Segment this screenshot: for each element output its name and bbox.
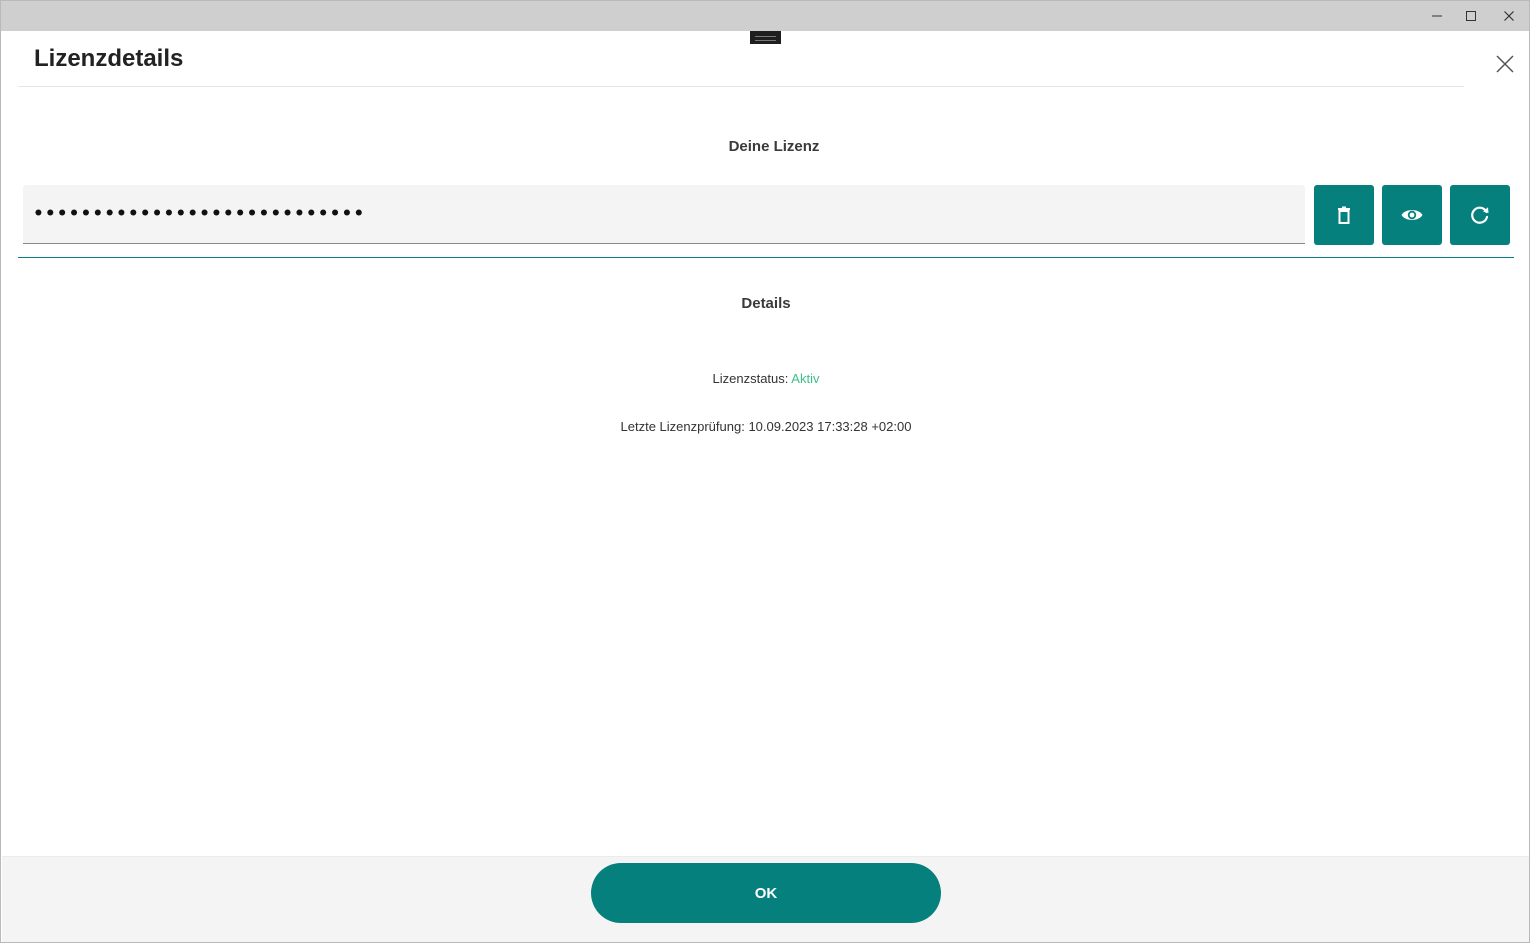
- details-section-title: Details: [741, 295, 791, 312]
- eye-icon: [1401, 210, 1423, 220]
- delete-license-button[interactable]: [1314, 185, 1374, 245]
- license-status-label: Lizenzstatus:: [712, 371, 789, 386]
- ok-button[interactable]: OK: [591, 863, 941, 923]
- trash-icon: [1338, 206, 1350, 224]
- window-close-button[interactable]: [1489, 1, 1529, 31]
- maximize-button[interactable]: [1451, 1, 1491, 31]
- dialog-close-button[interactable]: [1491, 50, 1519, 78]
- window-titlebar[interactable]: [1, 1, 1529, 31]
- license-dialog-window: Lizenzdetails Deine Lizenz Details L: [0, 0, 1530, 943]
- close-icon: [1496, 55, 1514, 73]
- section-divider: [18, 257, 1514, 258]
- last-check-value: 10.09.2023 17:33:28 +02:00: [748, 419, 912, 434]
- refresh-license-button[interactable]: [1450, 185, 1510, 245]
- license-key-input[interactable]: [23, 185, 1305, 244]
- header-divider: [18, 86, 1464, 87]
- dialog-title: Lizenzdetails: [34, 45, 184, 72]
- last-check-label: Letzte Lizenzprüfung:: [620, 419, 745, 434]
- license-status-line: Lizenzstatus: Aktiv: [1, 371, 1529, 386]
- license-status-value: Aktiv: [791, 371, 820, 386]
- last-check-line: Letzte Lizenzprüfung: 10.09.2023 17:33:2…: [1, 419, 1529, 434]
- close-icon: [1504, 11, 1514, 21]
- license-section-title: Deine Lizenz: [728, 138, 820, 155]
- refresh-icon: [1471, 206, 1489, 224]
- drag-handle[interactable]: [750, 31, 781, 44]
- show-license-button[interactable]: [1382, 185, 1442, 245]
- maximize-icon: [1466, 11, 1476, 21]
- minimize-icon: [1432, 15, 1442, 17]
